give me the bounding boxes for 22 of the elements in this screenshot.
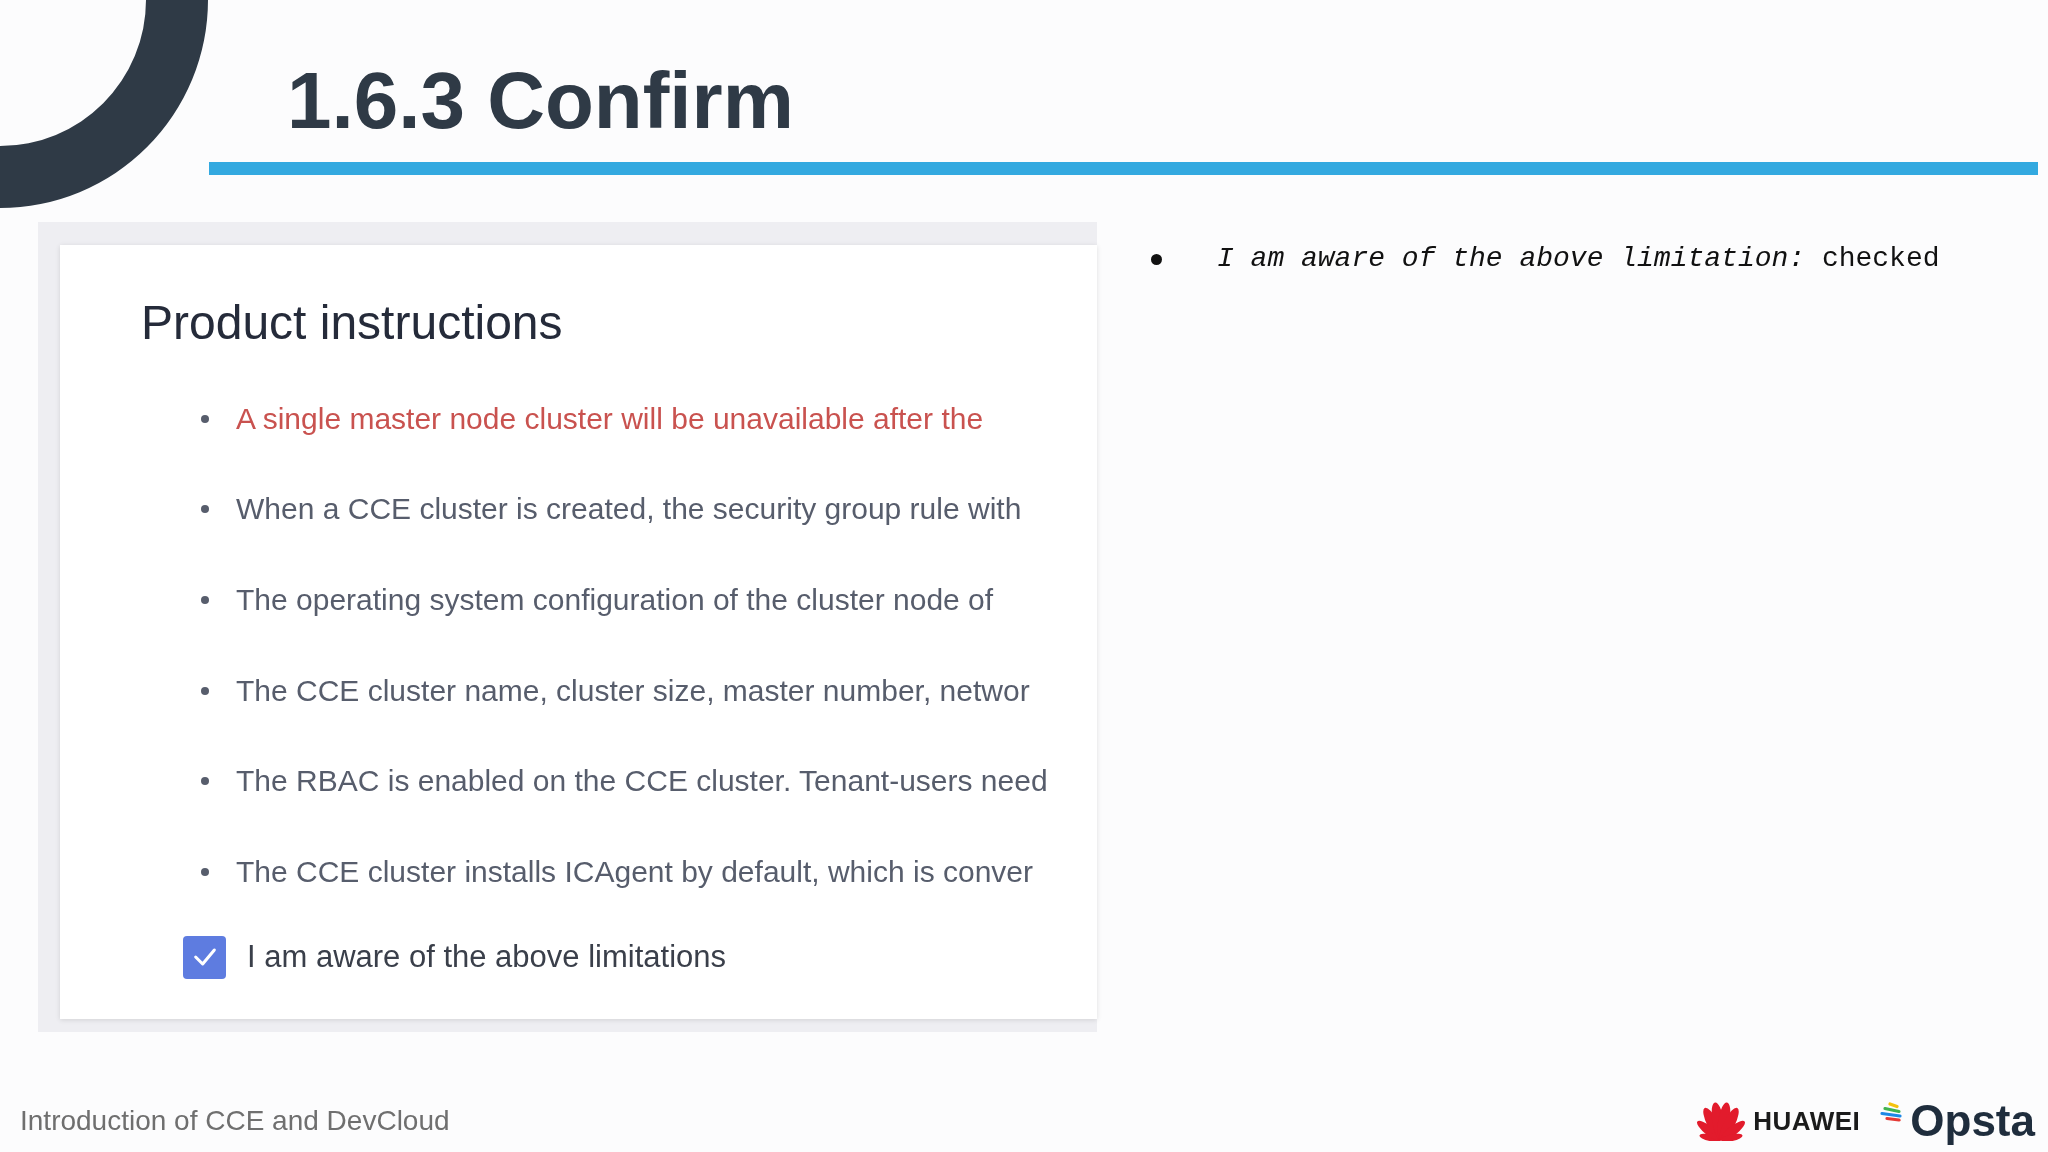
dialog-heading: Product instructions bbox=[141, 295, 563, 351]
footer-text: Introduction of CCE and DevCloud bbox=[20, 1104, 450, 1138]
logo-text: Opsta bbox=[1910, 1096, 2035, 1146]
list-text: The CCE cluster installs ICAgent by default, which is conver bbox=[236, 853, 1033, 890]
list-text: The operating system configuration of the cluster node of bbox=[236, 582, 994, 619]
checkbox[interactable] bbox=[183, 935, 226, 979]
list-text: A single master node cluster will be unavailable after the bbox=[236, 400, 984, 437]
bullet-icon bbox=[201, 867, 209, 876]
bullet-icon bbox=[201, 686, 209, 695]
bullet-icon bbox=[201, 777, 209, 786]
bullet-icon bbox=[201, 414, 209, 423]
checkbox-label: I am aware of the above limitations bbox=[247, 938, 727, 977]
bullet-icon bbox=[1151, 253, 1162, 265]
bullet-icon bbox=[201, 596, 209, 605]
bullet-icon bbox=[201, 505, 209, 514]
petal-logo-icon bbox=[1695, 1101, 1748, 1141]
list-text: When a CCE cluster is created, the security group rule with bbox=[236, 491, 1022, 528]
logo-text: HUAWEI bbox=[1753, 1106, 1861, 1136]
note-text: I am aware of the above limitation: checked bbox=[1217, 242, 1940, 276]
list-text: The CCE cluster name, cluster size, master number, networ bbox=[236, 672, 1030, 709]
slide-title: 1.6.3 Confirm bbox=[287, 61, 794, 141]
list-text: The RBAC is enabled on the CCE cluster. Tenant-users need bbox=[236, 763, 1048, 800]
